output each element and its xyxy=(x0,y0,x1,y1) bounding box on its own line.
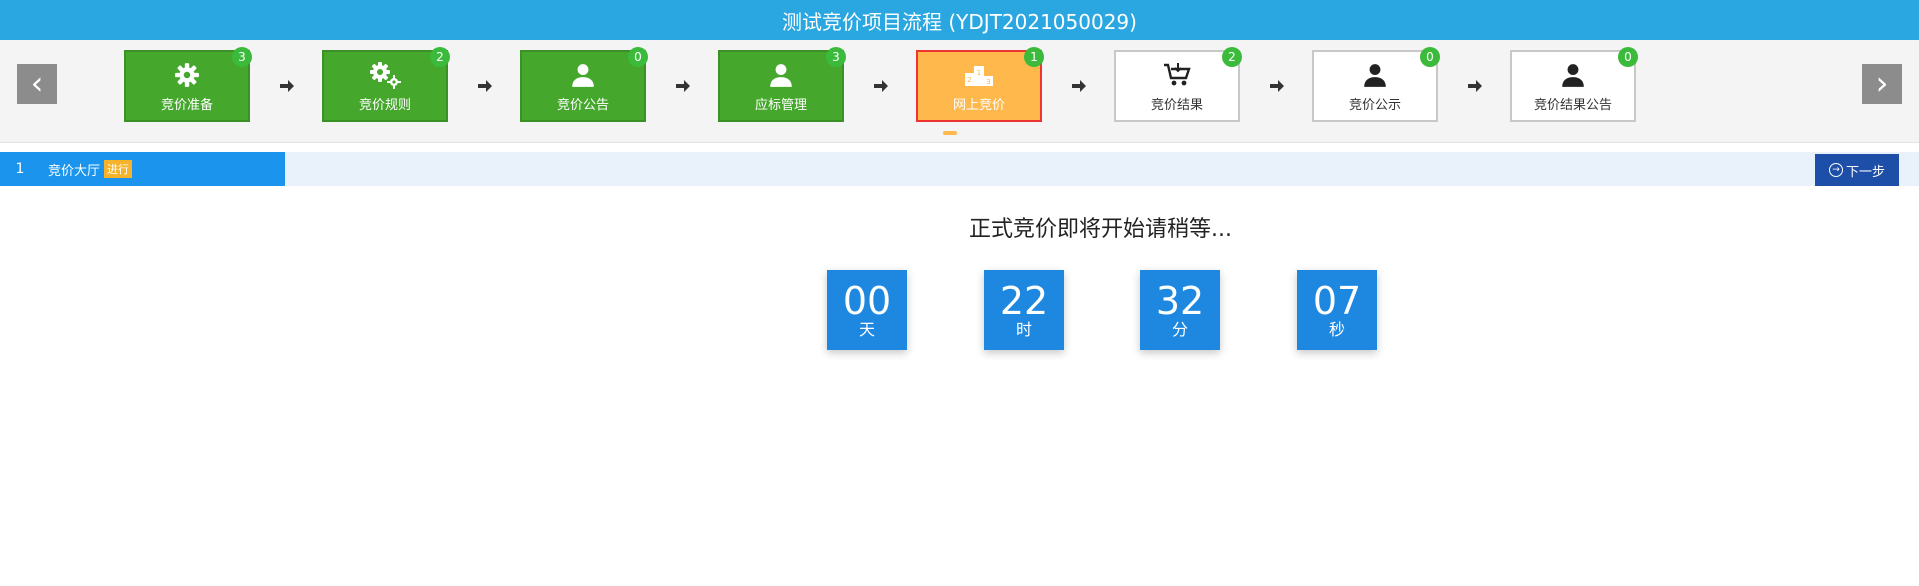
step-bid-preparation[interactable]: 竞价准备 3 xyxy=(124,47,252,122)
step-count-badge: 0 xyxy=(1618,47,1638,67)
next-step-label: 下一步 xyxy=(1845,164,1885,180)
gear-icon xyxy=(174,60,200,90)
stage-tab-bidding-hall[interactable]: 1 竞价大厅 进行 xyxy=(0,152,285,186)
stage-bar: 1 竞价大厅 进行 → 下一步 xyxy=(0,152,1919,186)
step-tender-management[interactable]: 应标管理 3 xyxy=(718,47,846,122)
step-count-badge: 3 xyxy=(232,47,252,67)
step-label: 竞价公告 xyxy=(556,97,609,113)
flow-arrow-icon xyxy=(874,80,888,92)
step-count-badge: 0 xyxy=(1420,47,1440,67)
countdown-seconds: 07 秒 xyxy=(1297,270,1377,350)
countdown-hours: 22 时 xyxy=(984,270,1064,350)
user-icon xyxy=(1362,60,1388,90)
flow-arrow-icon xyxy=(280,80,294,92)
step-count-badge: 0 xyxy=(628,47,648,67)
stage-label: 竞价大厅 xyxy=(48,163,101,179)
step-label: 竞价规则 xyxy=(358,97,411,113)
step-label: 网上竞价 xyxy=(952,97,1005,113)
step-bid-result[interactable]: 竞价结果 2 xyxy=(1114,47,1242,122)
step-bid-result-announcement[interactable]: 竞价结果公告 0 xyxy=(1510,47,1638,122)
countdown-unit: 时 xyxy=(1015,320,1032,339)
flow-arrow-icon xyxy=(1072,80,1086,92)
user-icon xyxy=(768,60,794,90)
svg-text:2: 2 xyxy=(967,76,971,84)
prev-arrow-button[interactable]: ‹ xyxy=(17,64,57,104)
countdown-value: 32 xyxy=(1155,279,1205,323)
next-step-button[interactable]: → 下一步 xyxy=(1815,154,1899,186)
svg-text:1: 1 xyxy=(977,69,981,77)
countdown-unit: 分 xyxy=(1171,320,1188,339)
status-badge: 进行 xyxy=(104,160,133,178)
process-step-bar: ‹ 竞价准备 3 竞价规则 2 竞价公告 0 应标管理 3 1 2 3 网上竞价… xyxy=(0,40,1919,143)
step-label: 应标管理 xyxy=(754,97,807,113)
countdown-minutes: 32 分 xyxy=(1140,270,1220,350)
gears-icon xyxy=(368,60,402,90)
countdown-value: 07 xyxy=(1312,279,1362,323)
step-label: 竞价结果 xyxy=(1150,97,1203,113)
flow-arrow-icon xyxy=(478,80,492,92)
step-online-bidding[interactable]: 123 网上竞价 1 xyxy=(916,47,1044,122)
step-bid-publicity[interactable]: 竞价公示 0 xyxy=(1312,47,1440,122)
step-count-badge: 2 xyxy=(1222,47,1242,67)
svg-text:3: 3 xyxy=(986,78,990,86)
flow-arrow-icon xyxy=(1270,80,1284,92)
step-count-badge: 3 xyxy=(826,47,846,67)
user-icon xyxy=(570,60,596,90)
flow-arrow-icon xyxy=(676,80,690,92)
countdown-value: 22 xyxy=(999,279,1049,323)
step-count-badge: 1 xyxy=(1024,47,1044,67)
podium-icon: 12 3 xyxy=(964,60,994,90)
step-bid-rules[interactable]: 竞价规则 2 xyxy=(322,47,450,122)
countdown-unit: 秒 xyxy=(1328,320,1345,339)
step-label: 竞价公示 xyxy=(1348,97,1401,113)
step-count-badge: 2 xyxy=(430,47,450,67)
stage-number: 1 xyxy=(15,161,25,177)
countdown-value: 00 xyxy=(842,279,892,323)
arrow-circle-icon: → xyxy=(1828,163,1843,177)
cart-icon xyxy=(1163,60,1191,90)
step-label: 竞价结果公告 xyxy=(1533,97,1612,113)
active-step-indicator xyxy=(943,131,957,135)
step-bid-announcement[interactable]: 竞价公告 0 xyxy=(520,47,648,122)
flow-arrow-icon xyxy=(1468,80,1482,92)
next-arrow-button[interactable]: › xyxy=(1862,64,1902,104)
page-title: 测试竞价项目流程 (YDJT2021050029) xyxy=(0,0,1919,40)
user-icon xyxy=(1560,60,1586,90)
countdown-unit: 天 xyxy=(858,320,875,339)
countdown-days: 00 天 xyxy=(827,270,907,350)
waiting-message: 正式竞价即将开始请稍等... xyxy=(969,217,1232,242)
step-label: 竞价准备 xyxy=(160,97,213,113)
